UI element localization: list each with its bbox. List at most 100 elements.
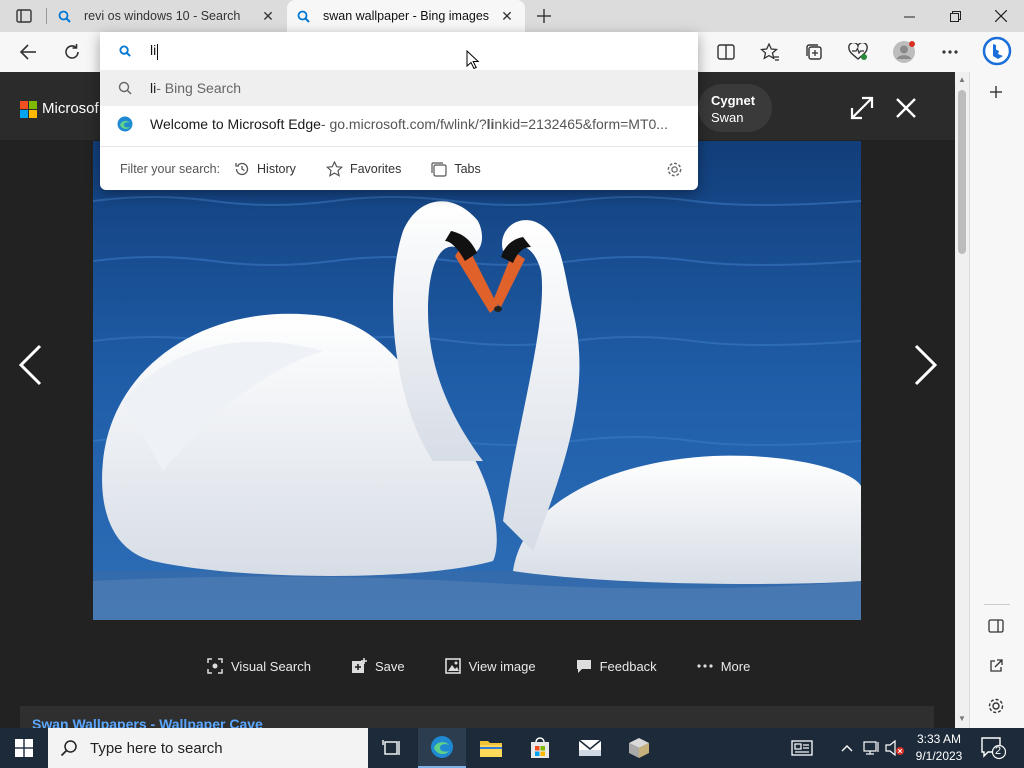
close-icon [995, 10, 1007, 22]
split-screen-button[interactable] [712, 38, 740, 66]
new-tab-button[interactable] [532, 4, 556, 28]
restore-button[interactable] [932, 0, 978, 32]
show-hidden-icons-button[interactable] [838, 728, 856, 768]
sidebar-add-button[interactable] [982, 78, 1010, 106]
search-icon [58, 10, 74, 23]
edge-icon [100, 116, 150, 132]
feedback-button[interactable]: Feedback [576, 658, 657, 674]
task-view-button[interactable] [368, 728, 416, 768]
scroll-down-arrow-icon[interactable]: ▼ [958, 714, 966, 723]
taskbar-edge[interactable] [418, 728, 466, 768]
save-plus-icon [351, 658, 367, 673]
filter-favorites[interactable]: Favorites [325, 161, 401, 177]
folder-icon [480, 741, 502, 757]
bing-copilot-button[interactable] [982, 36, 1012, 66]
save-button[interactable]: Save [351, 658, 405, 674]
sidebar-settings-button[interactable] [982, 692, 1010, 720]
plus-icon [990, 86, 1002, 98]
start-button[interactable] [0, 728, 48, 768]
refresh-button[interactable] [58, 38, 86, 66]
avatar-icon [893, 41, 915, 63]
taskbar-store[interactable] [516, 728, 564, 768]
taskbar-3d-app[interactable] [615, 728, 663, 768]
more-dots-icon [697, 664, 713, 668]
open-external-button[interactable] [982, 652, 1010, 680]
hide-sidebar-button[interactable] [982, 612, 1010, 640]
text-caret [157, 43, 159, 60]
cube-icon [629, 738, 649, 758]
network-button[interactable] [860, 728, 882, 768]
sidebar-divider [984, 604, 1010, 605]
feedback-icon [576, 660, 591, 673]
previous-image-button[interactable] [16, 340, 44, 390]
windows-logo-icon [15, 739, 33, 757]
back-button[interactable] [14, 38, 42, 66]
refresh-icon [65, 44, 79, 59]
minimize-button[interactable] [886, 0, 932, 32]
address-bar-dropdown: li li - Bing Search Welcome to Microsoft… [100, 32, 698, 190]
taskbar-file-explorer[interactable] [467, 728, 515, 768]
tabs-icon [431, 161, 447, 177]
split-screen-icon [717, 44, 735, 60]
scrollbar-thumb[interactable] [958, 90, 966, 254]
browser-essentials-button[interactable] [844, 38, 872, 66]
microsoft-logo[interactable]: Microsof [20, 100, 99, 118]
tab-actions-button[interactable] [8, 6, 40, 26]
profile-button[interactable] [890, 38, 918, 66]
taskbar-search-box[interactable]: Type here to search [48, 728, 368, 768]
collections-button[interactable] [800, 38, 828, 66]
page-scrollbar[interactable]: ▲ ▼ [955, 72, 969, 728]
filter-history[interactable]: History [234, 161, 296, 177]
address-bar-input[interactable]: li [100, 32, 698, 70]
related-search-pill[interactable]: Cygnet Swan [698, 84, 772, 132]
notification-center-button[interactable]: 2 [980, 736, 1007, 760]
bing-icon [982, 36, 1012, 66]
edge-icon [431, 736, 453, 758]
chevron-up-icon [841, 745, 853, 752]
source-link[interactable]: Swan Wallpapers - Wallpaper Cave [32, 716, 263, 728]
close-tab-icon[interactable]: ✕ [260, 8, 276, 25]
search-icon [100, 81, 150, 95]
search-icon [60, 740, 77, 757]
view-image-button[interactable]: View image [444, 658, 536, 674]
tab-separator [46, 8, 47, 24]
taskbar-clock[interactable]: 3:33 AM 9/1/2023 [908, 731, 970, 765]
filter-tabs[interactable]: Tabs [431, 161, 481, 177]
swan-image[interactable] [93, 141, 861, 620]
sidebar-panel-icon [988, 619, 1004, 633]
search-settings-gear-icon[interactable] [666, 161, 683, 181]
more-button[interactable]: More [697, 659, 750, 674]
tab-revi-os-search[interactable]: revi os windows 10 - Search ✕ [48, 0, 286, 32]
suggestion-bing-search[interactable]: li - Bing Search [100, 70, 698, 106]
collections-icon [806, 44, 822, 60]
visual-search-button[interactable]: Visual Search [207, 658, 311, 674]
close-tab-icon[interactable]: ✕ [499, 8, 515, 25]
news-widget-button[interactable] [782, 728, 822, 768]
external-link-icon [990, 659, 1003, 672]
chevron-left-icon [18, 344, 42, 386]
restore-icon [949, 10, 961, 22]
next-image-button[interactable] [912, 340, 940, 390]
favorites-star-icon [760, 43, 779, 61]
notification-count: 2 [995, 745, 1002, 757]
fullscreen-button[interactable] [848, 94, 876, 122]
chevron-right-icon [914, 344, 938, 386]
close-viewer-button[interactable] [892, 94, 920, 122]
settings-more-button[interactable] [936, 38, 964, 66]
clock-time: 3:33 AM [916, 732, 962, 746]
suggestion-welcome-edge[interactable]: Welcome to Microsoft Edge - go.microsoft… [100, 106, 698, 142]
suggestion-title: Welcome to Microsoft Edge [150, 116, 321, 132]
favorites-button[interactable] [756, 38, 784, 66]
suggestion-suffix: - Bing Search [156, 80, 242, 96]
heart-pulse-icon [848, 43, 868, 60]
taskbar-mail[interactable] [566, 728, 614, 768]
microsoft-squares-icon [20, 100, 37, 118]
related-line-1: Cygnet [711, 93, 756, 108]
back-arrow-icon [19, 44, 36, 60]
close-window-button[interactable] [978, 0, 1024, 32]
related-line-2: Swan [711, 110, 744, 125]
tab-label: revi os windows 10 - Search [84, 9, 241, 23]
scroll-up-arrow-icon[interactable]: ▲ [958, 75, 966, 84]
volume-button[interactable] [884, 728, 906, 768]
tab-swan-wallpaper[interactable]: swan wallpaper - Bing images ✕ [287, 0, 525, 32]
